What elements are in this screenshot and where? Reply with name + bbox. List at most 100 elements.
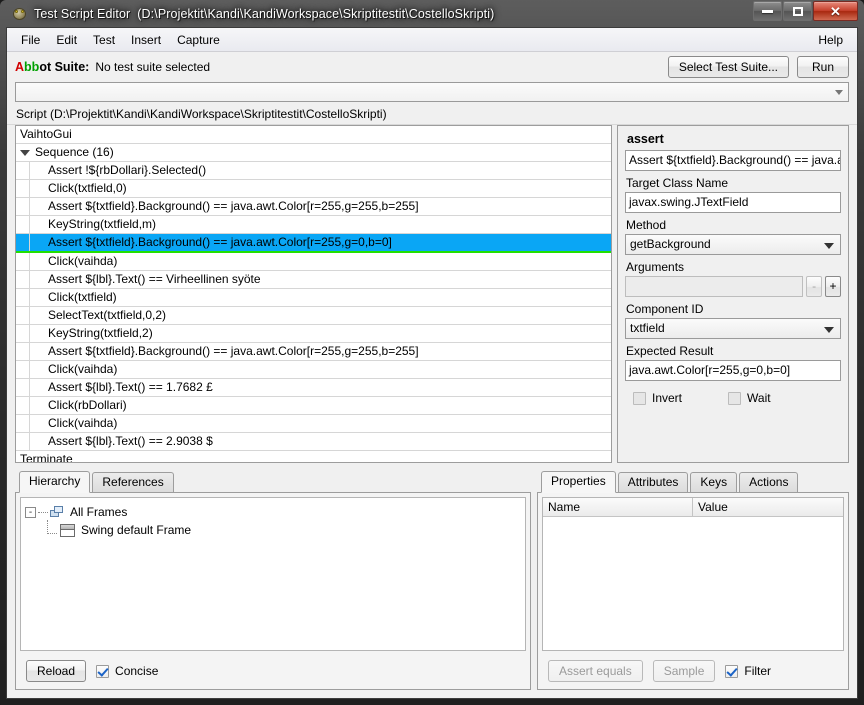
script-step-row[interactable]: SelectText(txtfield,0,2) [16, 307, 611, 325]
target-class-input[interactable]: javax.swing.JTextField [625, 192, 841, 213]
minimize-button[interactable] [753, 1, 782, 21]
assert-equals-button[interactable]: Assert equals [548, 660, 643, 682]
menu-file[interactable]: File [13, 31, 48, 49]
script-step-row[interactable]: Assert ${txtfield}.Background() == java.… [16, 343, 611, 361]
filter-checkbox-group[interactable]: Filter [725, 664, 771, 678]
script-path-label: Script (D:\Projektit\Kandi\KandiWorkspac… [7, 105, 857, 125]
menu-insert[interactable]: Insert [123, 31, 169, 49]
window-title-text: Test Script Editor [34, 6, 131, 21]
script-step-label: Assert ${lbl}.Text() == Virheellinen syö… [48, 272, 261, 286]
tab-attributes[interactable]: Attributes [617, 472, 689, 492]
wait-checkbox[interactable] [728, 391, 742, 405]
script-step-row[interactable]: Assert ${lbl}.Text() == Virheellinen syö… [16, 271, 611, 289]
menu-capture[interactable]: Capture [169, 31, 228, 49]
run-button[interactable]: Run [797, 56, 849, 78]
script-step-label: Assert ${lbl}.Text() == 2.9038 $ [48, 434, 213, 448]
script-root-row[interactable]: VaihtoGui [16, 126, 611, 144]
script-step-row[interactable]: Click(txtfield,0) [16, 180, 611, 198]
menu-edit[interactable]: Edit [48, 31, 85, 49]
component-id-dropdown[interactable]: txtfield [625, 318, 841, 339]
concise-label: Concise [115, 664, 159, 678]
logo-letters-bb: bb [24, 60, 40, 74]
script-step-row[interactable]: Click(vaihda) [16, 415, 611, 433]
tab-hierarchy[interactable]: Hierarchy [19, 471, 91, 493]
invert-checkbox-group[interactable]: Invert [633, 391, 682, 405]
row-gutter [18, 433, 30, 450]
properties-panel: Properties Attributes Keys Actions Name … [537, 471, 849, 690]
menu-help[interactable]: Help [810, 31, 851, 49]
script-step-row[interactable]: KeyString(txtfield,2) [16, 325, 611, 343]
script-step-row[interactable]: Click(txtfield) [16, 289, 611, 307]
suite-bar: Abbot Suite: No test suite selected Sele… [7, 52, 857, 82]
sample-button[interactable]: Sample [652, 660, 716, 682]
concise-checkbox[interactable] [96, 664, 110, 678]
script-step-label: Click(rbDollari) [48, 398, 127, 412]
tab-actions[interactable]: Actions [739, 472, 799, 492]
window-title-path: (D:\Projektit\Kandi\KandiWorkspace\Skrip… [137, 6, 495, 21]
hierarchy-footer: Reload Concise [16, 655, 530, 689]
hierarchy-tabstrip: Hierarchy References [15, 471, 531, 493]
remove-argument-button[interactable]: - [806, 276, 823, 297]
script-step-row[interactable]: Assert ${txtfield}.Background() == java.… [16, 198, 611, 216]
arguments-input[interactable] [625, 276, 804, 297]
script-step-row[interactable]: Click(vaihda) [16, 253, 611, 271]
script-step-row[interactable]: Click(vaihda) [16, 361, 611, 379]
tab-properties[interactable]: Properties [541, 471, 616, 493]
script-sequence-row[interactable]: Sequence (16) [16, 144, 611, 162]
tree-node-all-frames[interactable]: - All Frames [25, 503, 521, 521]
invert-checkbox[interactable] [633, 391, 646, 405]
script-step-label: Click(vaihda) [48, 254, 118, 268]
suite-status-text: No test suite selected [95, 60, 211, 74]
reload-button[interactable]: Reload [26, 660, 87, 682]
assert-description-input[interactable]: Assert ${txtfield}.Background() == java.… [625, 150, 841, 171]
script-step-label: Assert !${rbDollari}.Selected() [48, 163, 207, 177]
menu-test[interactable]: Test [85, 31, 123, 49]
script-step-row[interactable]: Assert ${lbl}.Text() == 2.9038 $ [16, 433, 611, 451]
script-step-row-selected[interactable]: Assert ${txtfield}.Background() == java.… [16, 234, 611, 253]
script-step-label: SelectText(txtfield,0,2) [48, 308, 167, 322]
properties-table-header: Name Value [543, 498, 843, 517]
collapse-expander-icon[interactable]: - [25, 506, 36, 518]
script-selector-combo[interactable] [15, 82, 849, 102]
filter-label: Filter [744, 664, 772, 678]
script-root-label: VaihtoGui [20, 127, 72, 141]
script-terminate-row[interactable]: Terminate [16, 451, 611, 463]
chevron-down-icon [835, 90, 843, 95]
filter-checkbox[interactable] [725, 664, 739, 678]
row-gutter [18, 253, 30, 270]
script-step-row[interactable]: KeyString(txtfield,m) [16, 216, 611, 234]
wait-checkbox-group[interactable]: Wait [728, 391, 771, 405]
maximize-icon [792, 6, 803, 16]
tree-node-swing-frame[interactable]: Swing default Frame [25, 519, 521, 539]
maximize-button[interactable] [783, 1, 812, 21]
add-argument-button[interactable]: + [825, 276, 841, 297]
hierarchy-tree[interactable]: - All Frames Swing default Frame [20, 497, 526, 651]
script-step-row[interactable]: Click(rbDollari) [16, 397, 611, 415]
row-gutter [18, 289, 30, 306]
select-test-suite-button[interactable]: Select Test Suite... [667, 56, 789, 78]
script-step-label: Click(txtfield,0) [48, 181, 127, 195]
script-step-label: Assert ${txtfield}.Background() == java.… [48, 199, 419, 213]
tab-references[interactable]: References [92, 472, 174, 492]
component-id-value: txtfield [630, 321, 665, 335]
row-gutter [18, 271, 30, 288]
main-split: VaihtoGui Sequence (16) Assert !${rbDoll… [7, 125, 857, 463]
script-step-label: KeyString(txtfield,m) [48, 217, 157, 231]
method-dropdown[interactable]: getBackground [625, 234, 841, 255]
window-controls: ✕ [753, 1, 858, 21]
expected-result-input[interactable]: java.awt.Color[r=255,g=0,b=0] [625, 360, 841, 381]
client-area: File Edit Test Insert Capture Help Abbot… [6, 27, 858, 699]
tree-connector [47, 519, 57, 534]
script-terminate-label: Terminate [20, 452, 73, 463]
properties-table-body [543, 517, 843, 650]
wait-label: Wait [747, 391, 771, 405]
script-step-label: Assert ${txtfield}.Background() == java.… [48, 344, 419, 358]
close-button[interactable]: ✕ [813, 1, 858, 21]
script-step-label: Assert ${lbl}.Text() == 1.7682 £ [48, 380, 213, 394]
script-step-row[interactable]: Assert !${rbDollari}.Selected() [16, 162, 611, 180]
script-step-row[interactable]: Assert ${lbl}.Text() == 1.7682 £ [16, 379, 611, 397]
properties-table[interactable]: Name Value [542, 497, 844, 651]
concise-checkbox-group[interactable]: Concise [96, 664, 158, 678]
tab-keys[interactable]: Keys [690, 472, 738, 492]
script-step-list[interactable]: VaihtoGui Sequence (16) Assert !${rbDoll… [15, 125, 612, 463]
